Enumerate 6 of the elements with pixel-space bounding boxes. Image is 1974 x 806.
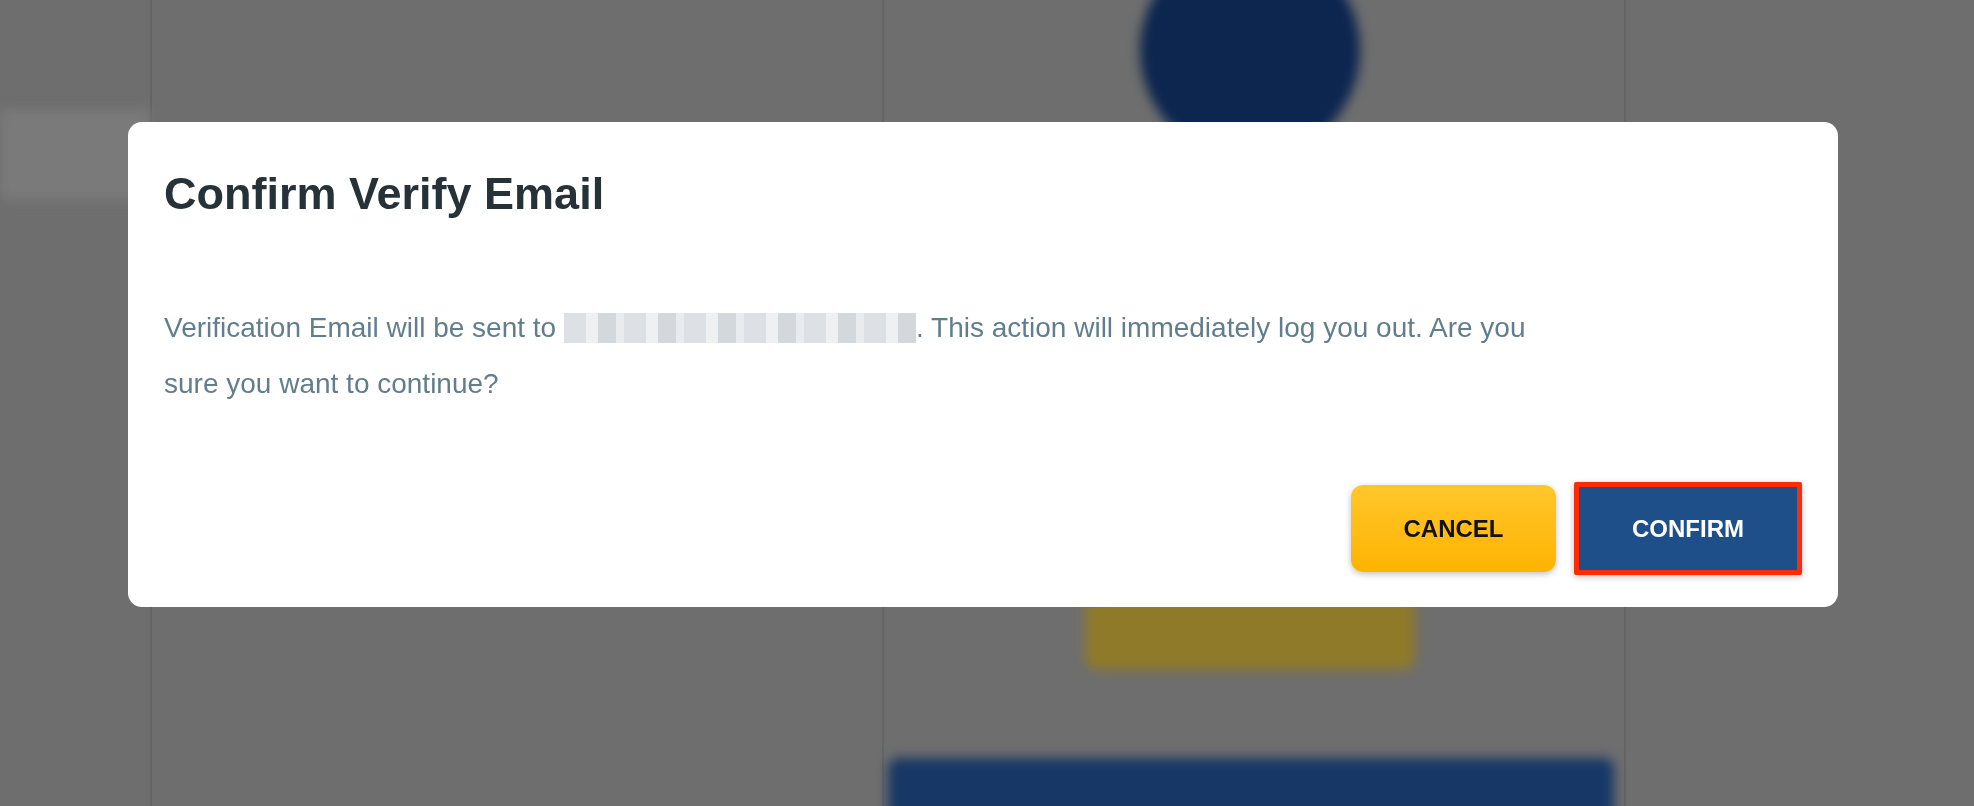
- confirm-button[interactable]: CONFIRM: [1574, 482, 1802, 575]
- cancel-button[interactable]: CANCEL: [1351, 485, 1556, 572]
- message-text: Verification Email will be sent to: [164, 311, 558, 345]
- message-text: sure you want to continue?: [164, 367, 499, 401]
- dialog-title: Confirm Verify Email: [164, 167, 606, 221]
- message-text: . This action will immediately log you out. Are you: [915, 311, 1526, 345]
